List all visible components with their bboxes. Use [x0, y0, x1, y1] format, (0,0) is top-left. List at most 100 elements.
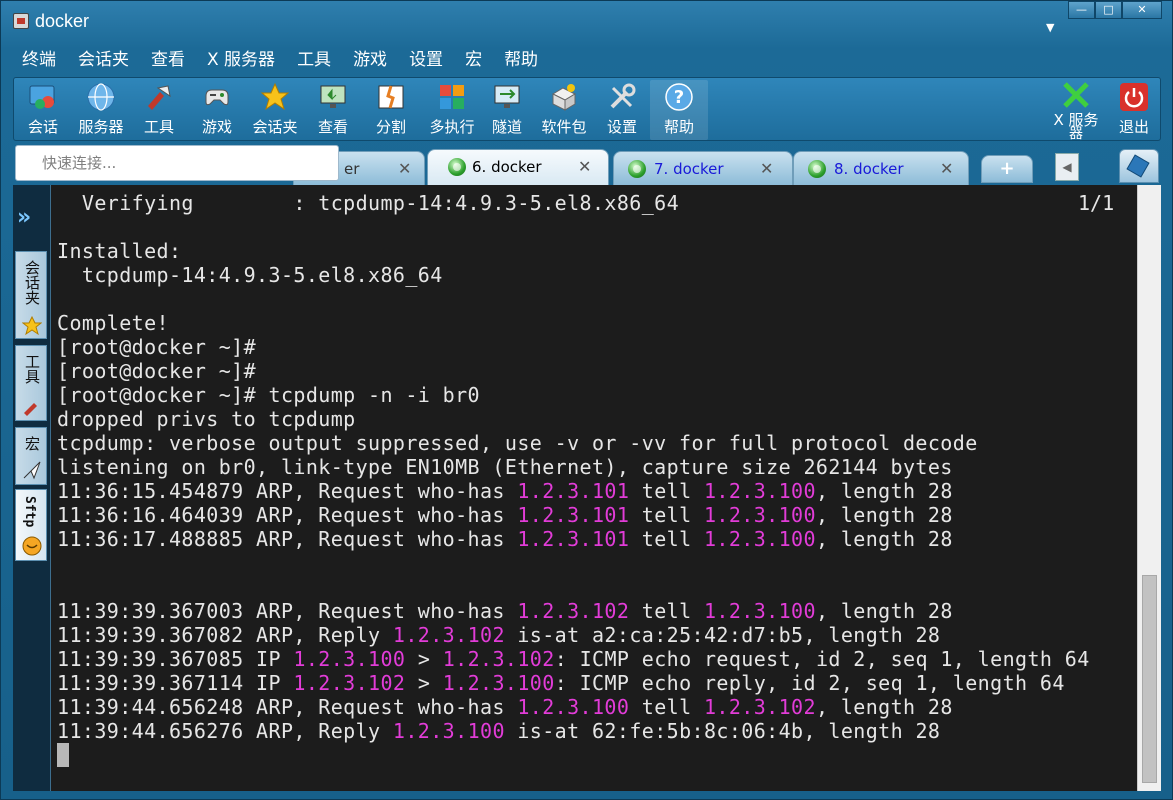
terminal-text: tell	[629, 503, 704, 527]
add-tab-button[interactable]: +	[981, 155, 1033, 183]
menu-help[interactable]: 帮助	[493, 47, 549, 73]
terminal-text: listening on br0, link-type EN10MB (Ethe…	[57, 455, 953, 479]
ip-address: 1.2.3.102	[442, 647, 555, 671]
close-button[interactable]: ✕	[1122, 1, 1162, 19]
split-pane-button[interactable]	[1119, 149, 1159, 183]
tools-icon	[22, 396, 42, 416]
terminal-text: Complete!	[57, 311, 169, 335]
star-icon	[260, 82, 290, 112]
toolbar-view-button[interactable]: 查看	[312, 80, 354, 140]
close-icon[interactable]: ✕	[578, 157, 591, 176]
toolbar-multiexec-button[interactable]: 多执行	[422, 80, 482, 140]
terminal-line: 11:39:39.367003 ARP, Request who-has 1.2…	[57, 599, 953, 623]
toolbar-exit-button[interactable]: 退出	[1112, 80, 1156, 140]
toolbar-xserver-button[interactable]: X 服务 器	[1048, 80, 1104, 141]
terminal-text: 11:39:39.367114 IP	[57, 671, 294, 695]
star-icon	[21, 315, 43, 336]
progress-counter: 1/1	[1078, 191, 1115, 215]
maximize-button[interactable]: □	[1095, 1, 1122, 19]
tab-7-docker[interactable]: 7. docker ✕	[613, 151, 793, 185]
session-tab-bar: er ✕ 快速连接... 6. docker ✕ 7. docker ✕ 8. …	[13, 145, 1161, 185]
scrollbar-thumb[interactable]	[1142, 575, 1157, 783]
sidebar-tab-sftp[interactable]: Sftp	[15, 489, 47, 561]
toolbar-favorites-button[interactable]: 会话夹	[248, 80, 302, 140]
toolbar-servers-button[interactable]: 服务器	[72, 80, 130, 140]
terminal-text: >	[405, 647, 443, 671]
terminal-line: 11:39:44.656248 ARP, Request who-has 1.2…	[57, 695, 953, 719]
wrench-icon	[607, 82, 637, 112]
terminal-text: : ICMP echo reply, id 2, seq 1, length 6…	[554, 671, 1065, 695]
terminal-text: 11:36:16.464039 ARP, Request who-has	[57, 503, 518, 527]
terminal-output[interactable]: 1/1 Verifying : tcpdump-14:4.9.3-5.el8.x…	[51, 185, 1137, 791]
close-icon[interactable]: ✕	[940, 159, 953, 178]
sidebar-tab-sessions[interactable]: 会话夹	[15, 251, 47, 339]
terminal-text: is-at 62:fe:5b:8c:06:4b, length 28	[504, 719, 941, 743]
minimize-button[interactable]: —	[1068, 1, 1095, 19]
menu-settings[interactable]: 设置	[398, 47, 454, 73]
terminal-text: 11:39:39.367082 ARP, Reply	[57, 623, 393, 647]
toolbar-tunnels-button[interactable]: 隧道	[486, 80, 528, 140]
session-status-icon	[808, 160, 826, 178]
terminal-text: tcpdump-14:4.9.3-5.el8.x86_64	[57, 263, 443, 287]
menu-bar: 终端 会话夹 查看 X 服务器 工具 游戏 设置 宏 帮助	[11, 47, 549, 73]
menu-macros[interactable]: 宏	[454, 47, 493, 73]
sidebar-tab-macros[interactable]: 宏	[15, 427, 47, 485]
close-icon[interactable]: ✕	[398, 159, 411, 178]
terminal-text: [root@docker ~]#	[57, 335, 257, 359]
window-title: docker	[35, 11, 90, 31]
terminal-text: , length 28	[815, 695, 953, 719]
quick-connect-placeholder: 快速连接...	[42, 154, 117, 172]
terminal-text: dropped privs to tcpdump	[57, 407, 356, 431]
toolbar-tools-button[interactable]: 工具	[138, 80, 180, 140]
terminal-line: tcpdump-14:4.9.3-5.el8.x86_64	[57, 263, 443, 287]
toolbar-games-button[interactable]: 游戏	[196, 80, 238, 140]
menu-view[interactable]: 查看	[140, 47, 196, 73]
terminal-text: 11:39:44.656248 ARP, Request who-has	[57, 695, 518, 719]
menu-sessions[interactable]: 会话夹	[67, 47, 140, 73]
terminal-text: tell	[629, 599, 704, 623]
terminal-line: 11:39:39.367085 IP 1.2.3.100 > 1.2.3.102…	[57, 647, 1090, 671]
expand-sidebar-icon[interactable]: »	[17, 205, 31, 230]
terminal-text: 11:36:17.488885 ARP, Request who-has	[57, 527, 518, 551]
monitor-icon	[318, 82, 348, 112]
menu-tools[interactable]: 工具	[286, 47, 342, 73]
attach-icon	[1126, 154, 1150, 178]
terminal-line: dropped privs to tcpdump	[57, 407, 356, 431]
toolbar-sessions-button[interactable]: 会话	[20, 80, 66, 140]
quick-connect-input[interactable]: 快速连接...	[15, 145, 339, 181]
menu-games[interactable]: 游戏	[342, 47, 398, 73]
terminal-text: tcpdump: verbose output suppressed, use …	[57, 431, 978, 455]
packages-icon	[549, 82, 579, 112]
toolbar-split-button[interactable]: 分割	[370, 80, 412, 140]
terminal-scrollbar[interactable]	[1137, 185, 1161, 791]
menu-terminal[interactable]: 终端	[11, 47, 67, 73]
terminal-line: [root@docker ~]#	[57, 359, 256, 383]
ip-address: 1.2.3.100	[703, 503, 816, 527]
terminal-text: tell	[629, 479, 704, 503]
toolbar-help-button[interactable]: ? 帮助	[650, 80, 708, 140]
gamepad-icon	[202, 82, 232, 112]
app-window: docker ▼ — □ ✕ 终端 会话夹 查看 X 服务器 工具 游戏 设置 …	[0, 0, 1173, 800]
tab-6-docker[interactable]: 6. docker ✕	[427, 149, 609, 185]
toolbar-packages-button[interactable]: 软件包	[538, 80, 590, 140]
terminal-line: 11:39:44.656276 ARP, Reply 1.2.3.100 is-…	[57, 719, 940, 743]
svg-text:?: ?	[674, 87, 684, 108]
ip-address: 1.2.3.102	[703, 695, 816, 719]
tab-scroll-left-button[interactable]: ◀	[1055, 153, 1079, 181]
ip-address: 1.2.3.100	[293, 647, 406, 671]
main-toolbar: 会话 服务器 工具 游戏 会话夹 查看 分割 多执行 隧道 软件包 设置 ? 帮…	[13, 77, 1161, 141]
terminal-text: tell	[629, 527, 704, 551]
sidebar-tab-tools[interactable]: 工具	[15, 345, 47, 421]
menu-xserver[interactable]: X 服务器	[196, 47, 286, 73]
split-icon	[376, 82, 406, 112]
terminal-line: 11:39:39.367114 IP 1.2.3.102 > 1.2.3.100…	[57, 671, 1065, 695]
toolbar-settings-button[interactable]: 设置	[600, 80, 644, 140]
terminal-text: , length 28	[815, 527, 953, 551]
close-icon[interactable]: ✕	[760, 159, 773, 178]
terminal-text: , length 28	[815, 479, 953, 503]
sftp-icon	[22, 536, 42, 556]
title-bar: docker ▼ — □ ✕	[1, 1, 1173, 45]
terminal-text: Verifying : tcpdump-14:4.9.3-5.el8.x86_6…	[57, 191, 680, 215]
tab-8-docker[interactable]: 8. docker ✕	[793, 151, 969, 185]
chevron-down-icon[interactable]: ▼	[1046, 21, 1054, 34]
